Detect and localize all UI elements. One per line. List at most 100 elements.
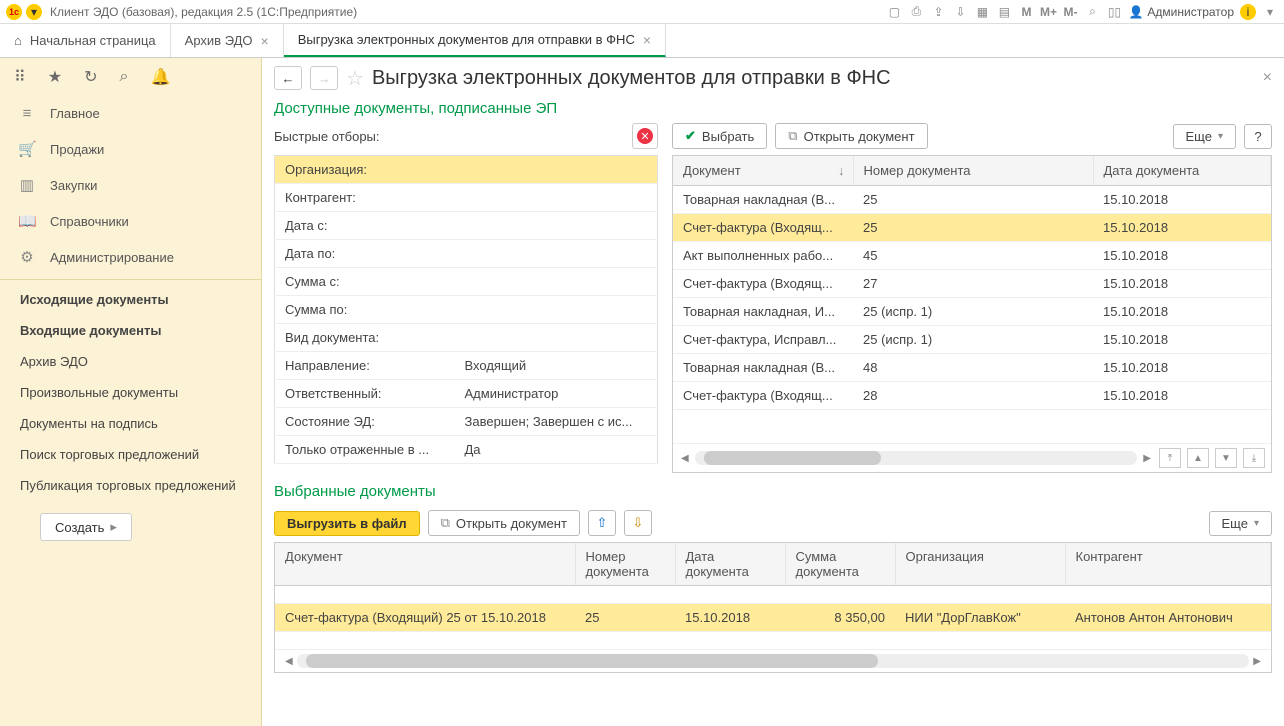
table-row[interactable]: Акт выполненных рабо...4515.10.2018 (673, 242, 1271, 270)
nav-search-offers[interactable]: Поиск торговых предложений (0, 439, 261, 470)
tool-icon[interactable]: ⇩ (952, 4, 968, 20)
filter-value[interactable]: Входящий (455, 352, 658, 380)
filter-value[interactable] (455, 156, 658, 184)
create-button[interactable]: Создать▸ (40, 513, 132, 541)
col-date[interactable]: Дата документа (1093, 156, 1271, 186)
tab-home[interactable]: ⌂ Начальная страница (0, 24, 171, 57)
table-row[interactable]: Счет-фактура (Входящ...2715.10.2018 (673, 270, 1271, 298)
print-icon[interactable]: ⎙ (908, 4, 924, 20)
open-doc-button[interactable]: ⧉Открыть документ (428, 510, 580, 536)
col-date[interactable]: Дата документа (675, 543, 785, 586)
search-icon[interactable]: ⌕ (119, 68, 128, 86)
filter-value[interactable] (455, 184, 658, 212)
export-button[interactable]: Выгрузить в файл (274, 511, 420, 536)
nav-incoming[interactable]: Входящие документы (0, 315, 261, 346)
table-row[interactable]: Счет-фактура, Исправл...25 (испр. 1)15.1… (673, 326, 1271, 354)
col-contr[interactable]: Контрагент (1065, 543, 1271, 586)
move-up-button[interactable]: ⇧ (588, 510, 616, 536)
table-row[interactable]: Товарная накладная (В...2515.10.2018 (673, 186, 1271, 214)
zoom-icon[interactable]: ⌕ (1084, 4, 1100, 20)
table-row[interactable]: Счет-фактура (Входящий) 25 от 15.10.2018… (275, 604, 1271, 632)
more-button[interactable]: Еще (1173, 124, 1236, 149)
nav-purchases[interactable]: ▥Закупки (0, 167, 261, 203)
close-icon[interactable]: × (261, 33, 269, 49)
close-page-icon[interactable]: × (1263, 69, 1272, 87)
table-row[interactable]: Счет-фактура (Входящ...2515.10.2018 (673, 214, 1271, 242)
info-icon[interactable]: i (1240, 4, 1256, 20)
filter-row[interactable]: Контрагент: (275, 184, 658, 212)
clear-filters-button[interactable]: ✕ (632, 123, 658, 149)
h-scrollbar[interactable] (297, 654, 1250, 668)
mplus-button[interactable]: M+ (1040, 4, 1056, 20)
filter-row[interactable]: Организация: (275, 156, 658, 184)
filter-row[interactable]: Направление:Входящий (275, 352, 658, 380)
filter-row[interactable]: Ответственный:Администратор (275, 380, 658, 408)
filter-value[interactable]: Завершен; Завершен с ис... (455, 408, 658, 436)
col-sum[interactable]: Сумма документа (785, 543, 895, 586)
history-icon[interactable]: ↻ (84, 67, 97, 87)
dropdown-icon[interactable]: ▾ (26, 4, 42, 20)
col-doc[interactable]: Документ↓ (673, 156, 853, 186)
scroll-left-icon[interactable]: ◀ (281, 656, 297, 667)
h-scrollbar[interactable] (695, 451, 1138, 465)
filter-value[interactable] (455, 324, 658, 352)
filter-row[interactable]: Вид документа: (275, 324, 658, 352)
bell-icon[interactable]: 🔔 (150, 67, 170, 87)
scroll-right-icon[interactable]: ▶ (1141, 453, 1153, 464)
nav-main[interactable]: ≡Главное (0, 96, 261, 131)
nav-up-button[interactable]: ▲ (1187, 448, 1209, 468)
filter-value[interactable]: Да (455, 436, 658, 464)
nav-pub-offers[interactable]: Публикация торговых предложений (0, 470, 261, 501)
close-icon[interactable]: × (643, 32, 651, 48)
filter-row[interactable]: Сумма с: (275, 268, 658, 296)
star-icon[interactable]: ★ (48, 67, 62, 87)
table-row[interactable]: Счет-фактура (Входящ...2815.10.2018 (673, 382, 1271, 410)
filter-row[interactable]: Состояние ЭД:Завершен; Завершен с ис... (275, 408, 658, 436)
filter-value[interactable] (455, 296, 658, 324)
nav-admin[interactable]: ⚙Администрирование (0, 239, 261, 275)
col-org[interactable]: Организация (895, 543, 1065, 586)
menu-chevron-icon[interactable]: ▾ (1262, 4, 1278, 20)
table-row[interactable]: Товарная накладная, И...25 (испр. 1)15.1… (673, 298, 1271, 326)
help-button[interactable]: ? (1244, 124, 1272, 149)
scroll-right-icon[interactable]: ▶ (1249, 656, 1265, 667)
tab-export[interactable]: Выгрузка электронных документов для отпр… (284, 24, 666, 57)
calc-icon[interactable]: ▦ (974, 4, 990, 20)
nav-archive-edo[interactable]: Архив ЭДО (0, 346, 261, 377)
nav-sales[interactable]: 🛒Продажи (0, 131, 261, 167)
nav-refs[interactable]: 📖Справочники (0, 203, 261, 239)
filter-value[interactable] (455, 240, 658, 268)
scroll-left-icon[interactable]: ◀ (679, 453, 691, 464)
filter-row[interactable]: Дата с: (275, 212, 658, 240)
user-menu[interactable]: 👤 Администратор (1128, 5, 1234, 19)
panels-icon[interactable]: ▯▯ (1106, 4, 1122, 20)
filter-value[interactable] (455, 212, 658, 240)
filter-row[interactable]: Дата по: (275, 240, 658, 268)
more-button[interactable]: Еще (1209, 511, 1272, 536)
filter-row[interactable]: Только отраженные в ...Да (275, 436, 658, 464)
col-doc[interactable]: Документ (275, 543, 575, 586)
toolbar-icon[interactable]: ▢ (886, 4, 902, 20)
filter-value[interactable] (455, 268, 658, 296)
select-button[interactable]: ✔Выбрать (672, 123, 767, 149)
nav-tosign[interactable]: Документы на подпись (0, 408, 261, 439)
nav-first-button[interactable]: ⤒ (1159, 448, 1181, 468)
apps-icon[interactable]: ⠿ (14, 67, 26, 87)
tool-icon[interactable]: ⇪ (930, 4, 946, 20)
favorite-icon[interactable]: ☆ (346, 66, 364, 91)
filter-value[interactable]: Администратор (455, 380, 658, 408)
m-button[interactable]: M (1018, 4, 1034, 20)
filter-row[interactable]: Сумма по: (275, 296, 658, 324)
move-down-button[interactable]: ⇩ (624, 510, 652, 536)
tab-archive[interactable]: Архив ЭДО × (171, 24, 284, 57)
nav-last-button[interactable]: ⤓ (1243, 448, 1265, 468)
nav-outgoing[interactable]: Исходящие документы (0, 284, 261, 315)
mminus-button[interactable]: M- (1062, 4, 1078, 20)
nav-arbitrary[interactable]: Произвольные документы (0, 377, 261, 408)
col-num[interactable]: Номер документа (575, 543, 675, 586)
nav-down-button[interactable]: ▼ (1215, 448, 1237, 468)
table-row[interactable]: Товарная накладная (В...4815.10.2018 (673, 354, 1271, 382)
forward-button[interactable]: → (310, 66, 338, 90)
open-doc-button[interactable]: ⧉Открыть документ (775, 123, 927, 149)
back-button[interactable]: ← (274, 66, 302, 90)
